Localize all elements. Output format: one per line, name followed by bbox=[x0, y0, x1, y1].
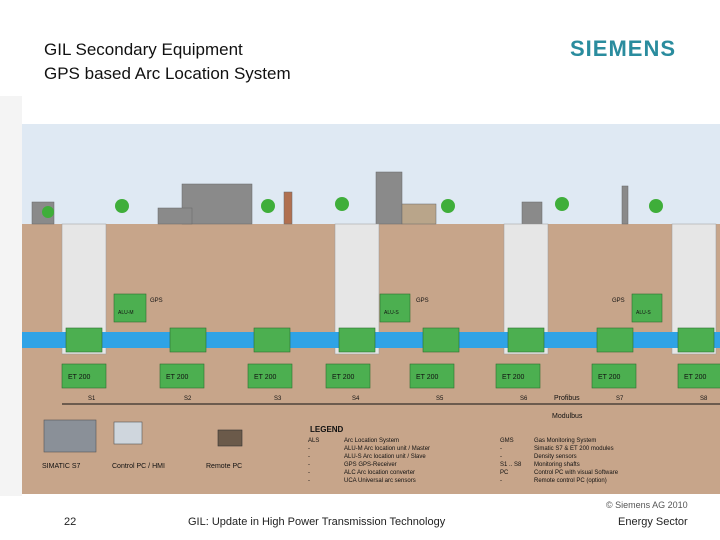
simatic-s7-rack bbox=[43, 419, 97, 453]
section-label: S4 bbox=[352, 396, 360, 402]
gps-label: GPS bbox=[150, 298, 163, 304]
profibus-label: Profibus bbox=[554, 395, 580, 402]
field-unit-label: ET 200 bbox=[166, 374, 189, 381]
legend-right-key: - bbox=[500, 446, 502, 452]
header: GIL Secondary Equipment GPS based Arc Lo… bbox=[0, 0, 720, 96]
legend-left-value: ALC Arc location converter bbox=[344, 470, 415, 476]
alu-label: ALU-M bbox=[118, 310, 134, 316]
footer-sector: Energy Sector bbox=[618, 516, 688, 528]
legend-right-key: S1 .. S8 bbox=[500, 462, 522, 468]
legend-right-value: Control PC with visual Software bbox=[534, 470, 619, 476]
legend-right-key: GMS bbox=[500, 438, 514, 444]
section-label: S5 bbox=[436, 396, 444, 402]
simatic-label: SIMATIC S7 bbox=[42, 463, 80, 470]
alu-label: ALU-S bbox=[636, 310, 651, 316]
legend-left-key: - bbox=[308, 462, 310, 468]
legend-right-value: Density sensors bbox=[534, 454, 577, 460]
modulbus-label: Modulbus bbox=[552, 413, 583, 420]
copyright: © Siemens AG 2010 bbox=[606, 500, 688, 510]
legend-right-value: Monitoring shafts bbox=[534, 462, 580, 468]
control-pc-monitor bbox=[113, 421, 143, 445]
page-subtitle: GPS based Arc Location System bbox=[44, 64, 291, 83]
legend-left-key: ALS bbox=[308, 438, 319, 444]
field-unit-label: ET 200 bbox=[684, 374, 707, 381]
field-unit-label: ET 200 bbox=[254, 374, 277, 381]
legend-left-key: - bbox=[308, 446, 310, 452]
legend-right-key: - bbox=[500, 478, 502, 484]
section-label: S6 bbox=[520, 396, 528, 402]
section-label: S8 bbox=[700, 396, 708, 402]
field-unit-label: ET 200 bbox=[332, 374, 355, 381]
legend-right-value: Gas Monitoring System bbox=[534, 438, 596, 444]
legend-title: LEGEND bbox=[310, 425, 344, 434]
section-label: S2 bbox=[184, 396, 192, 402]
alu-label: ALU-S bbox=[384, 310, 399, 316]
legend-right-value: Simatic S7 & ET 200 modules bbox=[534, 446, 614, 452]
legend-left-key: - bbox=[308, 470, 310, 476]
remote-pc-label: Remote PC bbox=[206, 463, 242, 470]
legend-left-key: - bbox=[308, 478, 310, 484]
gps-label: GPS bbox=[612, 298, 625, 304]
page-number: 22 bbox=[64, 516, 77, 528]
left-margin-bar bbox=[0, 96, 22, 496]
legend-left-value: UCA Universal arc sensors bbox=[344, 478, 416, 484]
legend-right-value: Remote control PC (option) bbox=[534, 478, 607, 484]
field-unit-label: ET 200 bbox=[502, 374, 525, 381]
arc-location-diagram: GPS GPS GPS ALU-M ALU-S ALU-S ET 200 ET … bbox=[22, 124, 720, 494]
footer-title: GIL: Update in High Power Transmission T… bbox=[188, 516, 446, 528]
section-label: S1 bbox=[88, 396, 96, 402]
legend-left-value: ALU-M Arc location unit / Master bbox=[344, 446, 430, 452]
legend-right-key: PC bbox=[500, 470, 509, 476]
siemens-logo: SIEMENS bbox=[570, 36, 677, 61]
legend-left-value: Arc Location System bbox=[344, 438, 399, 444]
page-title: GIL Secondary Equipment bbox=[44, 40, 243, 59]
remote-pc-laptop bbox=[217, 429, 243, 447]
legend-left-value: ALU-S Arc location unit / Slave bbox=[344, 454, 426, 460]
gps-label: GPS bbox=[416, 298, 429, 304]
field-unit-label: ET 200 bbox=[598, 374, 621, 381]
legend-right-key: - bbox=[500, 454, 502, 460]
field-unit-label: ET 200 bbox=[416, 374, 439, 381]
field-unit-label: ET 200 bbox=[68, 374, 91, 381]
control-pc-label: Control PC / HMI bbox=[112, 463, 165, 470]
section-label: S3 bbox=[274, 396, 282, 402]
legend-left-key: - bbox=[308, 454, 310, 460]
section-label: S7 bbox=[616, 396, 624, 402]
legend-left-value: GPS GPS-Receiver bbox=[344, 462, 397, 468]
